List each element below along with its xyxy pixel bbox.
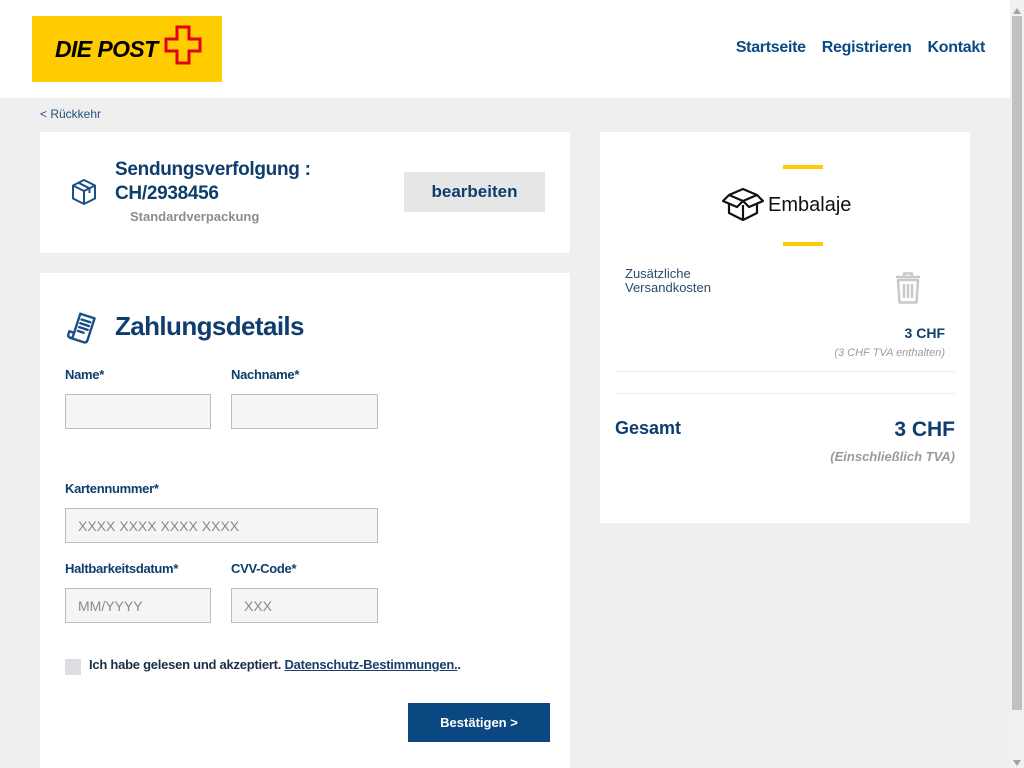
privacy-policy-link[interactable]: Datenschutz-Bestimmungen.	[285, 657, 458, 672]
expiry-input[interactable]	[65, 588, 211, 623]
product-name: Embalaje	[768, 194, 852, 216]
shipment-title: Sendungsverfolgung : CH/2938456	[115, 158, 311, 206]
scroll-down-arrow-icon[interactable]	[1012, 755, 1022, 766]
total-tax-note: (Einschließlich TVA)	[830, 449, 955, 464]
site-header: DIE POST Startseite Registrieren Kontakt	[0, 0, 1010, 98]
scroll-up-arrow-icon[interactable]	[1012, 3, 1022, 14]
scrollbar-thumb[interactable]	[1012, 16, 1022, 710]
cvv-label: CVV-Code*	[231, 561, 297, 576]
nav-link-kontakt[interactable]: Kontakt	[928, 38, 986, 58]
die-post-logo[interactable]: DIE POST	[32, 16, 222, 82]
total-label: Gesamt	[615, 418, 682, 438]
package-type: Standardverpackung	[130, 209, 260, 224]
trash-icon[interactable]	[895, 272, 921, 304]
item-price: 3 CHF	[904, 325, 945, 341]
order-summary-card: Embalaje Zusätzliche Versandkosten 3 CHF…	[600, 132, 970, 523]
name-label: Name*	[65, 367, 104, 382]
card-number-input[interactable]	[65, 508, 378, 543]
receipt-icon	[66, 312, 98, 344]
card-number-label: Kartennummer*	[65, 481, 159, 496]
total-price: 3 CHF	[894, 418, 955, 441]
name-input[interactable]	[65, 394, 211, 429]
terms-checkbox[interactable]	[65, 659, 81, 675]
logo-wordmark: DIE POST	[55, 36, 158, 62]
terms-statement: Ich habe gelesen und akzeptiert.	[89, 657, 282, 672]
terms-suffix: .	[457, 657, 461, 672]
terms-text: Ich habe gelesen und akzeptiert. Datensc…	[89, 657, 461, 673]
shipment-card: Sendungsverfolgung : CH/2938456 Standard…	[40, 132, 570, 253]
payment-title: Zahlungsdetails	[115, 311, 305, 341]
submit-button[interactable]: Bestätigen >	[408, 703, 550, 742]
main-nav: Startseite Registrieren Kontakt	[736, 38, 985, 58]
expiry-label: Haltbarkeitsdatum*	[65, 561, 179, 576]
tracking-number: CH/2938456	[115, 183, 219, 204]
item-label: Zusätzliche Versandkosten	[625, 266, 712, 295]
divider	[615, 393, 955, 394]
divider	[615, 371, 955, 372]
back-link[interactable]: < Rückkehr	[40, 107, 101, 121]
cvv-input[interactable]	[231, 588, 378, 623]
scrollbar[interactable]	[1010, 0, 1024, 768]
accent-bar-top	[783, 165, 823, 169]
edit-button[interactable]: bearbeiten	[404, 172, 545, 212]
item-tax-note: (3 CHF TVA enthalten)	[834, 347, 945, 359]
surname-label: Nachname*	[231, 367, 300, 382]
payment-card: Zahlungsdetails Name* Nachname* Kartennu…	[40, 273, 570, 768]
nav-link-registrieren[interactable]: Registrieren	[822, 38, 912, 58]
nav-link-startseite[interactable]: Startseite	[736, 38, 806, 58]
open-box-icon	[721, 186, 765, 222]
accent-bar-bottom	[783, 242, 823, 246]
package-icon	[70, 178, 98, 206]
tracking-label: Sendungsverfolgung :	[115, 159, 311, 180]
surname-input[interactable]	[231, 394, 378, 429]
swiss-cross-icon	[164, 25, 202, 65]
